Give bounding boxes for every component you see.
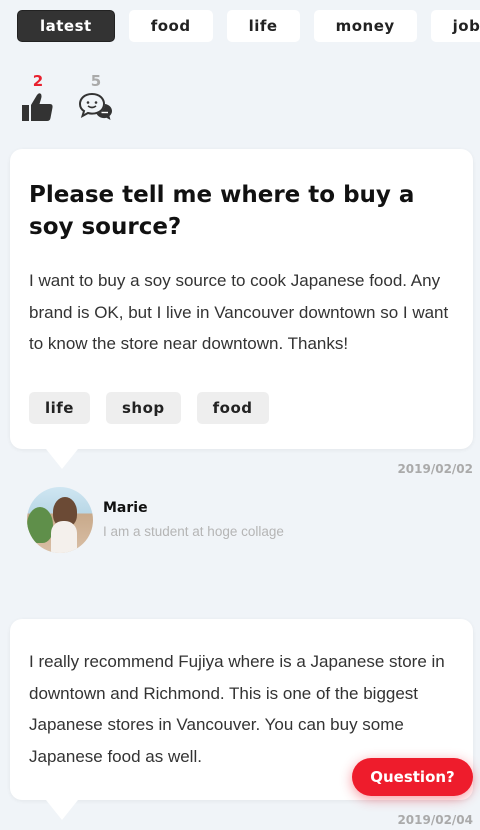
tab-money[interactable]: money xyxy=(313,10,417,42)
like-count: 2 xyxy=(32,72,44,90)
answer-body: I really recommend Fujiya where is a Jap… xyxy=(29,652,445,766)
author-bio: I am a student at hoge collage xyxy=(103,524,284,539)
ask-question-button[interactable]: Question? xyxy=(352,758,473,796)
tab-latest[interactable]: latest xyxy=(17,10,115,42)
question-tags: life shop food xyxy=(29,392,269,424)
question-author[interactable]: Marie I am a student at hoge collage xyxy=(27,487,284,553)
avatar-tree-shape xyxy=(27,507,53,543)
comment-count: 5 xyxy=(90,72,102,90)
like-stat[interactable]: 2 xyxy=(20,72,56,122)
avatar[interactable] xyxy=(27,487,93,553)
thumbs-up-icon[interactable] xyxy=(21,92,55,122)
author-info: Marie I am a student at hoge collage xyxy=(103,499,284,541)
answer-date: 2019/02/04 xyxy=(397,813,473,827)
tab-job[interactable]: job xyxy=(430,10,480,42)
tag-life[interactable]: life xyxy=(29,392,90,424)
chat-bubbles-icon[interactable] xyxy=(79,92,113,122)
question-title: Please tell me where to buy a soy source… xyxy=(29,182,415,240)
question-body: I want to buy a soy source to cook Japan… xyxy=(29,271,449,353)
page: latest food life money job 2 5 Please te… xyxy=(0,0,480,830)
question-card: Please tell me where to buy a soy source… xyxy=(10,149,473,469)
question-date: 2019/02/02 xyxy=(397,462,473,476)
tab-food[interactable]: food xyxy=(128,10,213,42)
tab-life[interactable]: life xyxy=(226,10,300,42)
avatar-body-shape xyxy=(51,521,77,553)
author-name[interactable]: Marie xyxy=(103,499,284,517)
tag-shop[interactable]: shop xyxy=(105,392,181,424)
comment-stat[interactable]: 5 xyxy=(78,72,114,122)
category-tabs: latest food life money job xyxy=(17,10,480,42)
question-stats: 2 5 xyxy=(20,72,114,122)
tag-food[interactable]: food xyxy=(196,392,269,424)
